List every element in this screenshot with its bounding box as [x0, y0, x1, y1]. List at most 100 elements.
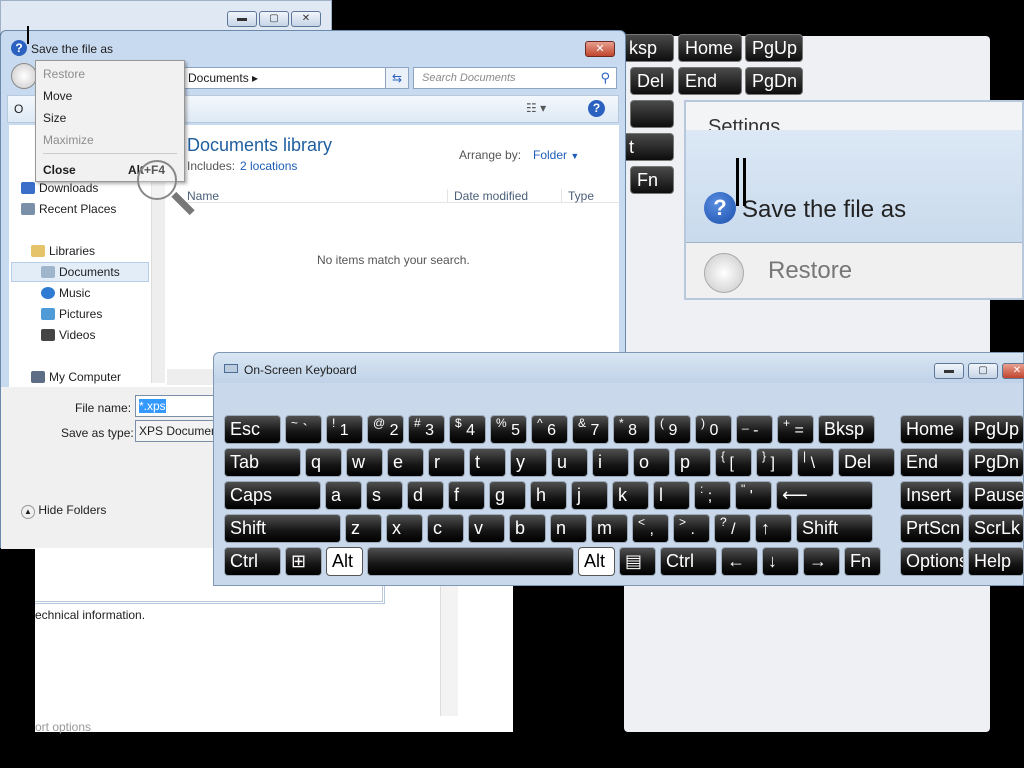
- key-symbol[interactable]: | \: [797, 448, 834, 477]
- key-7[interactable]: & 7: [572, 415, 609, 444]
- maximize-button[interactable]: ▢: [259, 11, 289, 27]
- menu-item-move[interactable]: Move: [43, 89, 72, 103]
- help-icon[interactable]: ?: [588, 100, 605, 117]
- column-name[interactable]: Name: [187, 189, 219, 203]
- key-symbol[interactable]: { [: [715, 448, 752, 477]
- column-date-modified[interactable]: Date modified: [447, 189, 528, 203]
- key-symbol[interactable]: ? /: [714, 514, 751, 543]
- hide-folders-button[interactable]: ▲ Hide Folders: [21, 503, 106, 519]
- nav-item-recent-places[interactable]: Recent Places: [21, 202, 116, 216]
- key-r[interactable]: r: [428, 448, 465, 477]
- maximize-button[interactable]: ▢: [968, 363, 998, 379]
- nav-item-downloads[interactable]: Downloads: [21, 181, 98, 195]
- key-o[interactable]: o: [633, 448, 670, 477]
- key-n[interactable]: n: [550, 514, 587, 543]
- key-symbol[interactable]: ↑: [755, 514, 792, 543]
- key-symbol[interactable]: →: [803, 547, 840, 576]
- key-symbol[interactable]: " ': [735, 481, 772, 510]
- nav-item-videos[interactable]: Videos: [41, 328, 95, 342]
- key-a[interactable]: a: [325, 481, 362, 510]
- key-help[interactable]: Help: [968, 547, 1024, 576]
- key-g[interactable]: g: [489, 481, 526, 510]
- key-symbol[interactable]: < ,: [632, 514, 669, 543]
- nav-item-pictures[interactable]: Pictures: [41, 307, 102, 321]
- view-icon[interactable]: ☷ ▾: [526, 101, 546, 115]
- minimize-button[interactable]: ▬: [934, 363, 964, 379]
- key-symbol[interactable]: } ]: [756, 448, 793, 477]
- options-link[interactable]: ort options: [35, 720, 91, 734]
- key-symbol[interactable]: : ;: [694, 481, 731, 510]
- key-k[interactable]: k: [612, 481, 649, 510]
- menu-item-close[interactable]: Close: [43, 163, 76, 177]
- key-t[interactable]: t: [469, 448, 506, 477]
- nav-item-libraries[interactable]: Libraries: [31, 244, 95, 258]
- address-bar[interactable]: Documents ▸▼: [181, 67, 409, 89]
- arrange-dropdown[interactable]: Folder ▼: [533, 148, 579, 162]
- key-ctrl[interactable]: Ctrl: [660, 547, 717, 576]
- key-ctrl[interactable]: Ctrl: [224, 547, 281, 576]
- key-i[interactable]: i: [592, 448, 629, 477]
- column-type[interactable]: Type: [561, 189, 594, 203]
- key-3[interactable]: # 3: [408, 415, 445, 444]
- key-q[interactable]: q: [305, 448, 342, 477]
- key-w[interactable]: w: [346, 448, 383, 477]
- key-j[interactable]: j: [571, 481, 608, 510]
- key-z[interactable]: z: [345, 514, 382, 543]
- key-scrlk[interactable]: ScrLk: [968, 514, 1024, 543]
- key-bksp[interactable]: Bksp: [818, 415, 875, 444]
- key-2[interactable]: @ 2: [367, 415, 404, 444]
- key-y[interactable]: y: [510, 448, 547, 477]
- nav-item-my-computer[interactable]: My Computer: [31, 370, 121, 384]
- key-5[interactable]: % 5: [490, 415, 527, 444]
- includes-link[interactable]: 2 locations: [240, 159, 297, 173]
- minimize-button[interactable]: ▬: [227, 11, 257, 27]
- key-shift[interactable]: Shift: [224, 514, 341, 543]
- menu-item-maximize[interactable]: Maximize: [43, 133, 94, 147]
- key-symbol[interactable]: ⊞: [285, 547, 322, 576]
- organize-menu[interactable]: O: [14, 102, 23, 116]
- keyboard-titlebar[interactable]: On-Screen Keyboard ▬ ▢ ✕: [214, 353, 1024, 383]
- key-1[interactable]: ! 1: [326, 415, 363, 444]
- key-x[interactable]: x: [386, 514, 423, 543]
- key-b[interactable]: b: [509, 514, 546, 543]
- key-u[interactable]: u: [551, 448, 588, 477]
- key-s[interactable]: s: [366, 481, 403, 510]
- key-pgdn[interactable]: PgDn: [968, 448, 1024, 477]
- key-options[interactable]: Options: [900, 547, 964, 576]
- key-l[interactable]: l: [653, 481, 690, 510]
- horizontal-scrollbar[interactable]: [167, 369, 217, 385]
- key-symbol[interactable]: ~ `: [285, 415, 322, 444]
- key-h[interactable]: h: [530, 481, 567, 510]
- key-alt[interactable]: Alt: [578, 547, 615, 576]
- key-pause[interactable]: Pause: [968, 481, 1024, 510]
- key-4[interactable]: $ 4: [449, 415, 486, 444]
- nav-item-documents[interactable]: Documents: [41, 265, 120, 279]
- key-v[interactable]: v: [468, 514, 505, 543]
- close-button[interactable]: ✕: [1002, 363, 1024, 379]
- key-symbol[interactable]: [367, 547, 574, 576]
- key-8[interactable]: * 8: [613, 415, 650, 444]
- key-d[interactable]: d: [407, 481, 444, 510]
- key-del[interactable]: Del: [838, 448, 895, 477]
- key-symbol[interactable]: ⟵: [776, 481, 873, 510]
- key-symbol[interactable]: + =: [777, 415, 814, 444]
- key-m[interactable]: m: [591, 514, 628, 543]
- nav-item-music[interactable]: Music: [41, 286, 90, 300]
- key-e[interactable]: e: [387, 448, 424, 477]
- key-alt[interactable]: Alt: [326, 547, 363, 576]
- menu-item-restore[interactable]: Restore: [43, 67, 85, 81]
- key-f[interactable]: f: [448, 481, 485, 510]
- key-shift[interactable]: Shift: [796, 514, 873, 543]
- key-home[interactable]: Home: [900, 415, 964, 444]
- search-input[interactable]: Search Documents ⚲: [413, 67, 617, 89]
- file-name-input[interactable]: *.xps: [135, 395, 215, 417]
- key-fn[interactable]: Fn: [844, 547, 881, 576]
- close-button[interactable]: ✕: [291, 11, 321, 27]
- key-end[interactable]: End: [900, 448, 964, 477]
- key-tab[interactable]: Tab: [224, 448, 301, 477]
- key-0[interactable]: ) 0: [695, 415, 732, 444]
- menu-item-size[interactable]: Size: [43, 111, 66, 125]
- search-icon[interactable]: ⚲: [600, 70, 610, 86]
- key-esc[interactable]: Esc: [224, 415, 281, 444]
- key-symbol[interactable]: > .: [673, 514, 710, 543]
